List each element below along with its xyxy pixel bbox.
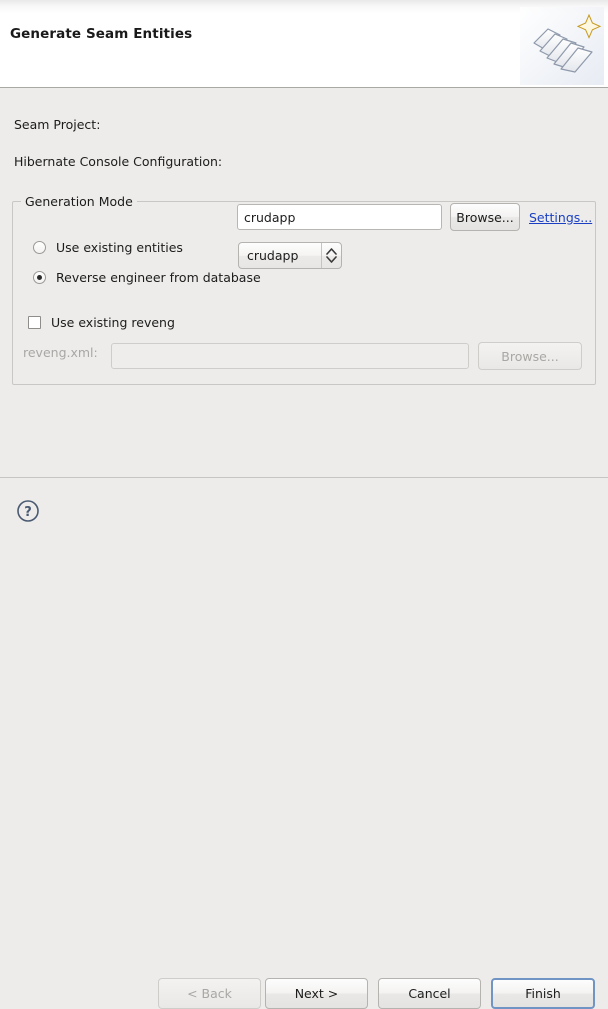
hibernate-console-label: Hibernate Console Configuration: [14, 154, 222, 169]
dialog-body: Seam Project: Browse... Settings... Hibe… [0, 89, 608, 477]
radio-use-existing-entities-label: Use existing entities [56, 240, 183, 255]
help-icon[interactable]: ? [16, 499, 40, 523]
dialog-button-bar: ? < Back Next > Cancel Finish [0, 477, 608, 548]
page-title: Generate Seam Entities [10, 26, 192, 42]
generation-mode-legend: Generation Mode [21, 194, 137, 209]
generation-mode-group: Generation Mode Use existing entities Re… [12, 201, 596, 385]
reveng-file-input[interactable] [111, 343, 469, 369]
radio-circle-selected-icon[interactable] [33, 271, 46, 284]
radio-reverse-engineer-label: Reverse engineer from database [56, 270, 261, 285]
radio-circle-icon[interactable] [33, 241, 46, 254]
checkbox-box-icon[interactable] [28, 316, 41, 329]
seam-project-label: Seam Project: [14, 117, 100, 132]
reveng-file-label: reveng.xml: [23, 345, 98, 360]
next-button[interactable]: Next > [265, 978, 368, 1009]
reveng-file-row: reveng.xml: [23, 345, 98, 360]
cancel-button[interactable]: Cancel [378, 978, 481, 1009]
checkbox-use-existing-reveng[interactable]: Use existing reveng [28, 315, 175, 330]
seam-stack-icon [520, 7, 604, 85]
hibernate-console-row: Hibernate Console Configuration: [14, 154, 222, 169]
dialog-header: Generate Seam Entities [0, 0, 608, 88]
seam-project-row: Seam Project: [14, 117, 594, 132]
back-button[interactable]: < Back [158, 978, 261, 1009]
radio-use-existing-entities[interactable]: Use existing entities [33, 240, 183, 255]
wizard-dialog: Generate Seam Entities [0, 0, 608, 548]
svg-text:?: ? [24, 505, 32, 520]
checkbox-use-existing-reveng-label: Use existing reveng [51, 315, 175, 330]
finish-button[interactable]: Finish [491, 978, 595, 1009]
radio-reverse-engineer[interactable]: Reverse engineer from database [33, 270, 261, 285]
reveng-browse-button[interactable]: Browse... [478, 342, 582, 370]
